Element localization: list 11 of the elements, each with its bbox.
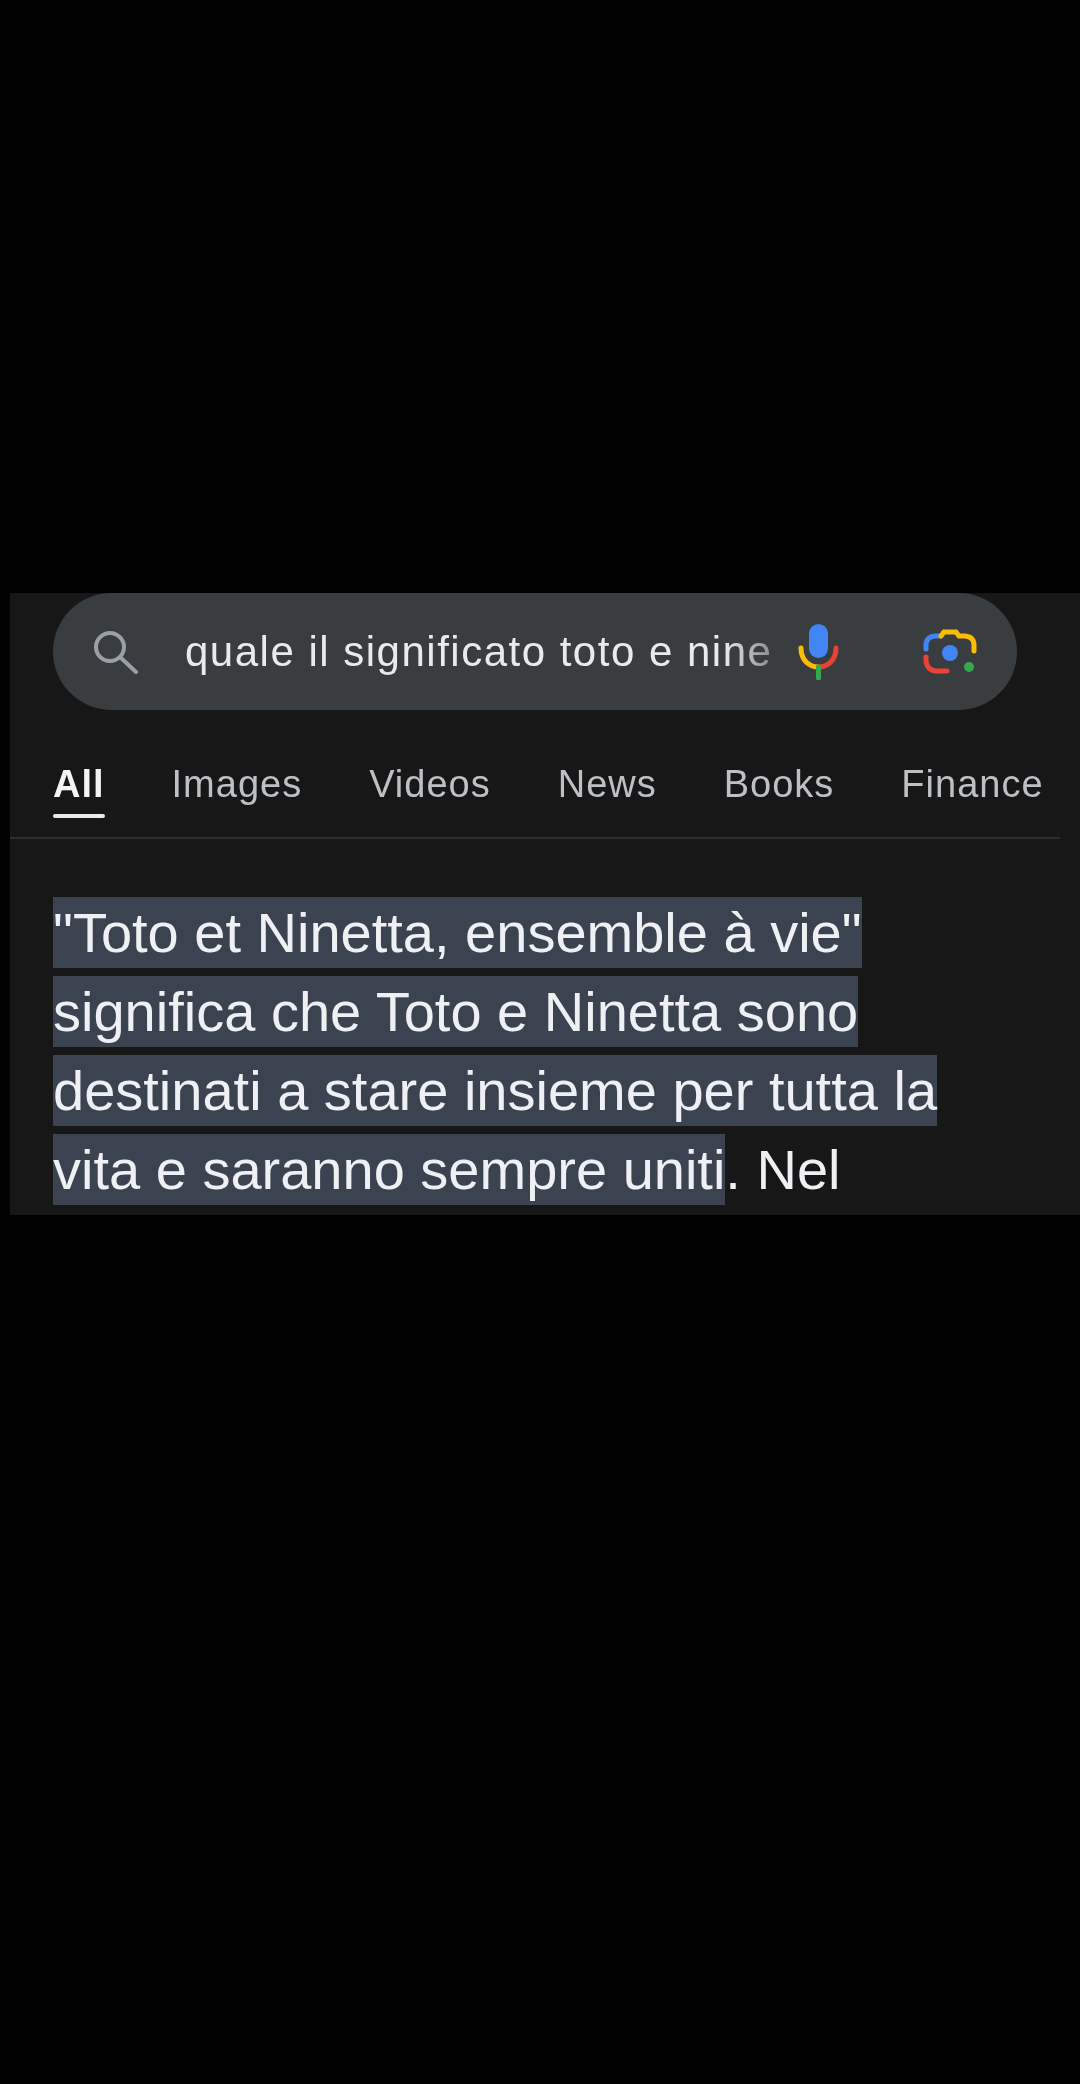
tab[interactable]: Images — [171, 762, 303, 818]
tab[interactable]: All — [53, 762, 105, 818]
search-icon[interactable] — [93, 629, 139, 674]
tab[interactable]: News — [557, 762, 657, 818]
tab[interactable]: Finance — [901, 762, 1044, 818]
camera-lens-icon[interactable] — [923, 628, 977, 675]
search-bar[interactable]: quale il significato toto e nine — [53, 593, 1017, 710]
search-field[interactable]: quale il significato toto e nine — [185, 623, 785, 680]
tab[interactable]: Videos — [369, 762, 491, 818]
microphone-icon[interactable] — [797, 623, 840, 680]
tab[interactable]: Books — [723, 762, 835, 818]
